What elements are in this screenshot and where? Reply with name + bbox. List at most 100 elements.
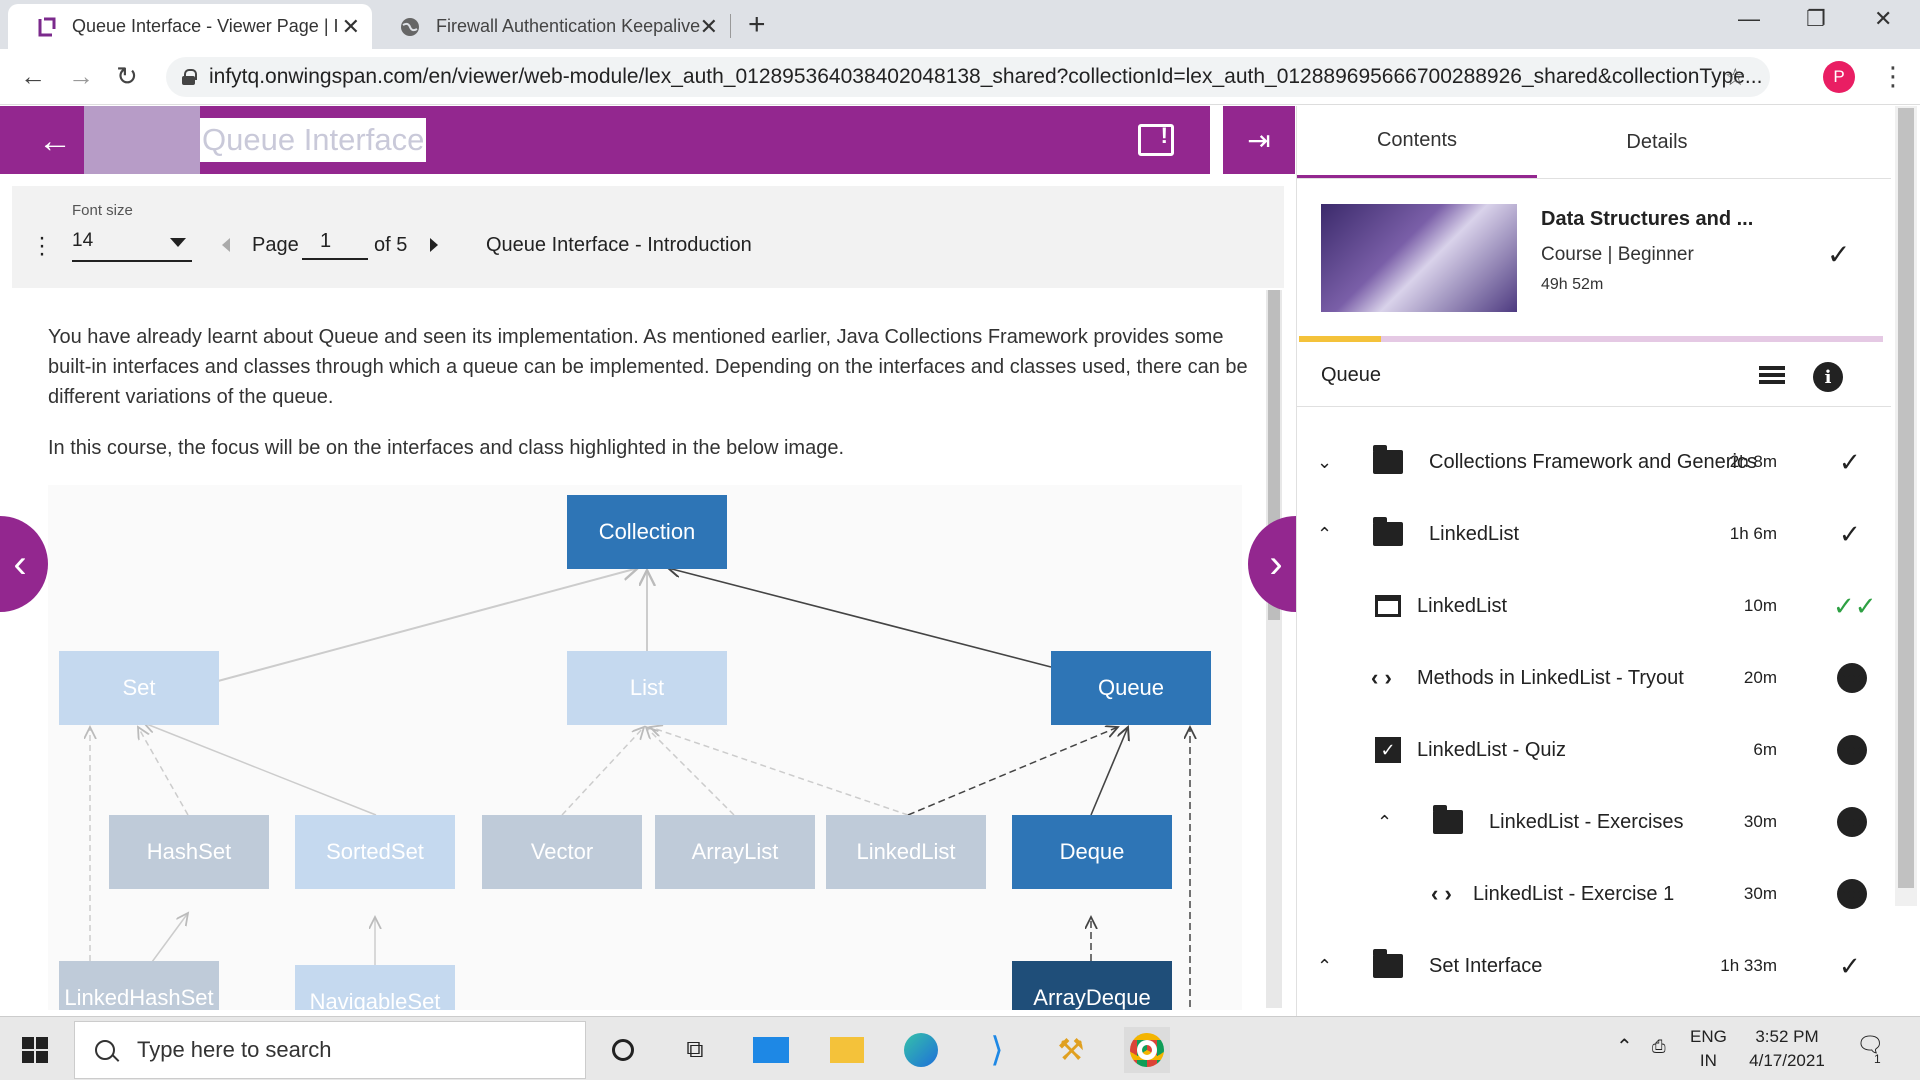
font-size-select[interactable]: 14 (72, 226, 192, 262)
double-check-icon: ✓✓ (1833, 590, 1877, 621)
language-indicator[interactable]: ENG IN (1690, 1025, 1727, 1073)
collapse-panel-button[interactable]: ⇥ (1223, 106, 1295, 174)
previous-page-icon[interactable] (222, 238, 230, 252)
node-queue: Queue (1051, 651, 1211, 725)
toc-item-set-interface[interactable]: ⌃ Set Interface 1h 33m ✓ (1297, 946, 1891, 986)
viewer-title: Queue Interface (200, 118, 427, 162)
content-scrollbar[interactable] (1266, 290, 1282, 1008)
file-explorer-icon[interactable] (824, 1027, 870, 1073)
more-options-icon[interactable]: ••• (1837, 663, 1867, 693)
tray-chevron-up-icon[interactable]: ⌃ (1616, 1035, 1633, 1059)
browser-menu-icon[interactable]: ⋮ (1880, 61, 1906, 92)
tab-queue-interface[interactable]: Queue Interface - Viewer Page | I ✕ (8, 4, 372, 49)
new-tab-icon[interactable]: + (748, 8, 766, 42)
meet-now-icon[interactable]: ⎙ (1652, 1035, 1666, 1059)
toc-item-linkedlist-exercises[interactable]: ⌃ LinkedList - Exercises 30m ••• (1297, 802, 1891, 842)
node-linkedlist: LinkedList (826, 815, 986, 889)
chevron-up-icon[interactable]: ⌃ (1317, 956, 1332, 977)
folder-icon (1373, 517, 1403, 546)
close-tab-icon[interactable]: ✕ (342, 14, 360, 40)
chevron-up-icon[interactable]: ⌃ (1377, 812, 1392, 833)
toc-item-collections-framework[interactable]: ⌄ Collections Framework and Generics 2h … (1297, 442, 1891, 482)
more-options-icon[interactable]: ••• (1837, 879, 1867, 909)
globe-icon (398, 15, 422, 39)
toc-label: LinkedList - Exercises (1489, 810, 1684, 833)
meta-separator: | (1607, 244, 1618, 265)
vscode-icon[interactable]: ⟩ (974, 1027, 1020, 1073)
search-icon (95, 1040, 115, 1060)
focus-paragraph: In this course, the focus will be on the… (48, 437, 845, 459)
toolbar-menu-icon[interactable]: · · · (38, 226, 46, 266)
toc-duration: 30m (1743, 884, 1777, 903)
profile-avatar[interactable]: P (1823, 61, 1855, 93)
browser-tab-bar: Queue Interface - Viewer Page | I ✕ Fire… (0, 0, 1920, 49)
url-text: infytq.onwingspan.com/en/viewer/web-modu… (209, 65, 1763, 88)
app-icon[interactable]: ⚒ (1048, 1027, 1094, 1073)
course-type: Course (1541, 244, 1603, 265)
code-icon: ‹ › (1431, 881, 1452, 906)
scrollbar-thumb[interactable] (1898, 108, 1914, 888)
toc-item-linkedlist-resource[interactable]: LinkedList 10m ✓✓ (1297, 586, 1891, 626)
tab-contents[interactable]: Contents (1297, 106, 1537, 178)
bookmark-star-icon[interactable]: ☆ (1724, 63, 1746, 92)
toc-item-linkedlist-exercise-1[interactable]: ‹ › LinkedList - Exercise 1 30m ••• (1431, 874, 1891, 914)
toc-label: LinkedList (1429, 522, 1520, 545)
taskbar-search[interactable]: Type here to search (74, 1021, 586, 1079)
windows-taskbar: Type here to search ⧉ ⟩ ⚒ ⌃ ⎙ ENG IN 3:5… (0, 1016, 1920, 1080)
windows-start-icon[interactable] (22, 1037, 48, 1063)
clock[interactable]: 3:52 PM 4/17/2021 (1742, 1025, 1832, 1073)
window-close-icon[interactable]: ✕ (1874, 6, 1892, 32)
checkmark-icon: ✓ (1839, 446, 1861, 477)
toc-item-linkedlist-module[interactable]: ⌃ LinkedList 1h 6m ✓ (1297, 514, 1891, 554)
feedback-icon[interactable] (1138, 123, 1174, 156)
restore-icon[interactable]: ❐ (1806, 6, 1826, 32)
minimize-icon[interactable]: — (1738, 6, 1760, 32)
toc-duration: 1h 6m (1729, 524, 1777, 543)
tab-details[interactable]: Details (1537, 106, 1777, 178)
chevron-down-icon[interactable]: ⌄ (1317, 452, 1332, 473)
course-title[interactable]: Data Structures and ... (1541, 208, 1753, 231)
close-tab-icon[interactable]: ✕ (700, 14, 718, 40)
more-options-icon[interactable]: ••• (1837, 735, 1867, 765)
viewer-back-icon[interactable]: ← (38, 122, 72, 161)
cortana-icon[interactable] (600, 1027, 646, 1073)
back-icon[interactable]: ← (20, 61, 46, 92)
tab-firewall[interactable]: Firewall Authentication Keepalive ✕ (372, 4, 730, 49)
panel-divider (1297, 406, 1891, 407)
node-list: List (567, 651, 727, 725)
toc-item-methods-tryout[interactable]: ‹ › Methods in LinkedList - Tryout 20m •… (1297, 658, 1891, 698)
font-size-value: 14 (72, 230, 94, 251)
forward-icon[interactable]: → (68, 61, 94, 92)
panel-scrollbar[interactable] (1895, 106, 1917, 906)
tab-title: Firewall Authentication Keepalive (436, 16, 701, 36)
page-input[interactable]: 1 (302, 230, 368, 260)
course-duration: 49h 52m (1541, 276, 1604, 293)
info-icon[interactable]: i (1813, 362, 1843, 392)
chrome-icon[interactable] (1124, 1027, 1170, 1073)
more-options-icon[interactable]: ••• (1837, 807, 1867, 837)
notification-count: 1 (1874, 1052, 1881, 1066)
collapse-arrow-icon: ⇥ (1247, 124, 1271, 156)
list-view-icon[interactable] (1759, 366, 1785, 388)
toc-item-linkedlist-quiz[interactable]: ✓ LinkedList - Quiz 6m ••• (1297, 730, 1891, 770)
address-bar: ← → ↻ infytq.onwingspan.com/en/viewer/we… (0, 49, 1920, 105)
course-thumbnail[interactable] (1321, 204, 1517, 312)
url-field[interactable]: infytq.onwingspan.com/en/viewer/web-modu… (166, 57, 1770, 97)
intro-paragraph: You have already learnt about Queue and … (48, 326, 1248, 408)
clock-time: 3:52 PM (1755, 1027, 1819, 1046)
lang-bottom: IN (1699, 1051, 1717, 1070)
edge-icon[interactable] (898, 1027, 944, 1073)
code-icon: ‹ › (1371, 665, 1392, 690)
chevron-right-icon: › (1269, 541, 1283, 586)
node-navigableset: NavigableSet (295, 965, 455, 1010)
mail-icon[interactable] (748, 1027, 794, 1073)
reload-icon[interactable]: ↻ (116, 61, 138, 92)
folder-icon (1433, 805, 1463, 834)
notifications-icon[interactable]: 🗨 1 (1856, 1033, 1884, 1067)
chevron-up-icon[interactable]: ⌃ (1317, 524, 1332, 545)
task-view-icon[interactable]: ⧉ (672, 1027, 718, 1073)
next-page-icon[interactable] (430, 238, 438, 252)
search-placeholder: Type here to search (137, 1037, 332, 1062)
font-size-label: Font size (72, 202, 133, 219)
chevron-left-icon: ‹ (13, 541, 27, 586)
